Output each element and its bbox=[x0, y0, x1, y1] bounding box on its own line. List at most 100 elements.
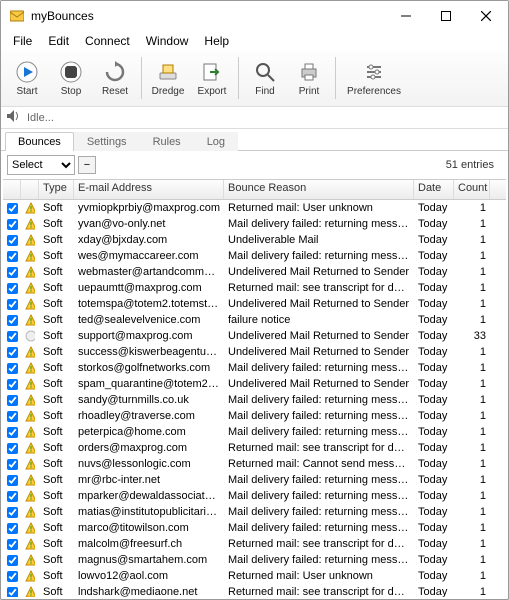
table-row[interactable]: Softyvmiopkprbiy@maxprog.comReturned mai… bbox=[3, 200, 506, 216]
table-row[interactable]: Softmr@rbc-inter.netMail delivery failed… bbox=[3, 472, 506, 488]
table-row[interactable]: Softnuvs@lessonlogic.comReturned mail: C… bbox=[3, 456, 506, 472]
row-checkbox[interactable] bbox=[7, 507, 18, 518]
row-type: Soft bbox=[39, 474, 74, 486]
row-count: 1 bbox=[454, 266, 490, 278]
table-row[interactable]: Softspam_quarantine@totem2.to...Undelive… bbox=[3, 376, 506, 392]
table-row[interactable]: Softstorkos@golfnetworks.comMail deliver… bbox=[3, 360, 506, 376]
row-count: 1 bbox=[454, 538, 490, 550]
row-checkbox[interactable] bbox=[7, 523, 18, 534]
warning-icon bbox=[21, 282, 39, 294]
table-row[interactable]: Softpeterpica@home.comMail delivery fail… bbox=[3, 424, 506, 440]
row-checkbox[interactable] bbox=[7, 235, 18, 246]
dredge-button[interactable]: Dredge bbox=[146, 53, 190, 103]
table-row[interactable]: Softlndshark@mediaone.netReturned mail: … bbox=[3, 584, 506, 597]
grid-body[interactable]: Soft yvmiopkprbiy@maxprog.com Returned mai… bbox=[3, 200, 506, 597]
table-row[interactable]: Softmarco@titowilson.comMail delivery fa… bbox=[3, 520, 506, 536]
table-row[interactable]: Softmparker@dewaldassociates....Mail del… bbox=[3, 488, 506, 504]
row-email: ted@sealevelvenice.com bbox=[74, 314, 224, 326]
table-row[interactable]: Softted@sealevelvenice.comfailure notice… bbox=[3, 312, 506, 328]
sound-icon bbox=[7, 110, 21, 125]
table-row[interactable]: Softsupport@maxprog.comUndelivered Mail … bbox=[3, 328, 506, 344]
row-checkbox[interactable] bbox=[7, 427, 18, 438]
start-button[interactable]: Start bbox=[5, 53, 49, 103]
maximize-button[interactable] bbox=[426, 2, 466, 30]
row-checkbox[interactable] bbox=[7, 203, 18, 214]
row-checkbox[interactable] bbox=[7, 331, 18, 342]
row-email: nuvs@lessonlogic.com bbox=[74, 458, 224, 470]
table-row[interactable]: Softsandy@turnmills.co.ukMail delivery f… bbox=[3, 392, 506, 408]
table-row[interactable]: Softmagnus@smartahem.comMail delivery fa… bbox=[3, 552, 506, 568]
row-date: Today bbox=[414, 490, 454, 502]
row-checkbox[interactable] bbox=[7, 283, 18, 294]
col-type[interactable]: Type bbox=[39, 180, 74, 199]
warning-icon bbox=[21, 202, 39, 214]
row-checkbox[interactable] bbox=[7, 395, 18, 406]
row-checkbox[interactable] bbox=[7, 363, 18, 374]
row-checkbox[interactable] bbox=[7, 315, 18, 326]
row-reason: Returned mail: see transcript for detail… bbox=[224, 282, 414, 294]
row-reason: Undelivered Mail Returned to Sender bbox=[224, 346, 414, 358]
row-checkbox[interactable] bbox=[7, 267, 18, 278]
table-row[interactable]: Softrhoadley@traverse.comMail delivery f… bbox=[3, 408, 506, 424]
menu-file[interactable]: File bbox=[5, 32, 40, 50]
row-type: Soft bbox=[39, 538, 74, 550]
row-checkbox[interactable] bbox=[7, 539, 18, 550]
row-checkbox[interactable] bbox=[7, 411, 18, 422]
col-reason[interactable]: Bounce Reason bbox=[224, 180, 414, 199]
menu-edit[interactable]: Edit bbox=[40, 32, 77, 50]
col-email[interactable]: E-mail Address bbox=[74, 180, 224, 199]
remove-button[interactable]: − bbox=[78, 156, 96, 174]
row-email: malcolm@freesurf.ch bbox=[74, 538, 224, 550]
minimize-button[interactable] bbox=[386, 2, 426, 30]
tab-rules[interactable]: Rules bbox=[140, 132, 194, 151]
row-checkbox[interactable] bbox=[7, 251, 18, 262]
table-row[interactable]: Softwes@mymaccareer.comMail delivery fai… bbox=[3, 248, 506, 264]
reset-button[interactable]: Reset bbox=[93, 53, 137, 103]
tab-log[interactable]: Log bbox=[194, 132, 238, 151]
row-checkbox[interactable] bbox=[7, 555, 18, 566]
export-button[interactable]: Export bbox=[190, 53, 234, 103]
table-row[interactable]: Softmalcolm@freesurf.chReturned mail: se… bbox=[3, 536, 506, 552]
row-checkbox[interactable] bbox=[7, 491, 18, 502]
row-checkbox[interactable] bbox=[7, 219, 18, 230]
row-type: Soft bbox=[39, 282, 74, 294]
table-row[interactable]: Softxday@bjxday.comUndeliverable MailTod… bbox=[3, 232, 506, 248]
stop-button[interactable]: Stop bbox=[49, 53, 93, 103]
menu-connect[interactable]: Connect bbox=[77, 32, 138, 50]
table-row[interactable]: Softsuccess@kiswerbeagentur.c...Undelive… bbox=[3, 344, 506, 360]
print-button[interactable]: Print bbox=[287, 53, 331, 103]
row-checkbox[interactable] bbox=[7, 459, 18, 470]
table-row[interactable]: Softlowvo12@aol.comReturned mail: User u… bbox=[3, 568, 506, 584]
row-count: 1 bbox=[454, 458, 490, 470]
col-date[interactable]: Date bbox=[414, 180, 454, 199]
tab-settings[interactable]: Settings bbox=[74, 132, 140, 151]
select-dropdown[interactable]: Select bbox=[7, 155, 75, 175]
row-email: yvmiopkprbiy@maxprog.com bbox=[74, 202, 224, 214]
col-check[interactable] bbox=[3, 180, 21, 199]
table-row[interactable]: Softmatias@institutopublicitario...Mail … bbox=[3, 504, 506, 520]
row-checkbox[interactable] bbox=[7, 299, 18, 310]
warning-icon bbox=[21, 490, 39, 502]
close-button[interactable] bbox=[466, 2, 506, 30]
row-checkbox[interactable] bbox=[7, 443, 18, 454]
col-count[interactable]: Count bbox=[454, 180, 490, 199]
warning-icon bbox=[21, 410, 39, 422]
table-row[interactable]: Softorders@maxprog.comReturned mail: see… bbox=[3, 440, 506, 456]
col-icon[interactable] bbox=[21, 180, 39, 199]
preferences-button[interactable]: Preferences bbox=[340, 53, 408, 103]
row-checkbox[interactable] bbox=[7, 571, 18, 582]
table-row[interactable]: Softyvan@vo-only.netMail delivery failed… bbox=[3, 216, 506, 232]
menu-help[interactable]: Help bbox=[196, 32, 237, 50]
table-row[interactable]: Softuepaumtt@maxprog.comReturned mail: s… bbox=[3, 280, 506, 296]
table-row[interactable]: Softwebmaster@artandcommerc...Undelivere… bbox=[3, 264, 506, 280]
tab-bounces[interactable]: Bounces bbox=[5, 132, 74, 151]
find-button[interactable]: Find bbox=[243, 53, 287, 103]
table-row[interactable]: Softtotemspa@totem2.totemstre...Undelive… bbox=[3, 296, 506, 312]
row-checkbox[interactable] bbox=[7, 587, 18, 598]
row-email: magnus@smartahem.com bbox=[74, 554, 224, 566]
row-checkbox[interactable] bbox=[7, 475, 18, 486]
menu-window[interactable]: Window bbox=[138, 32, 197, 50]
titlebar[interactable]: myBounces bbox=[1, 1, 508, 31]
row-checkbox[interactable] bbox=[7, 347, 18, 358]
row-checkbox[interactable] bbox=[7, 379, 18, 390]
